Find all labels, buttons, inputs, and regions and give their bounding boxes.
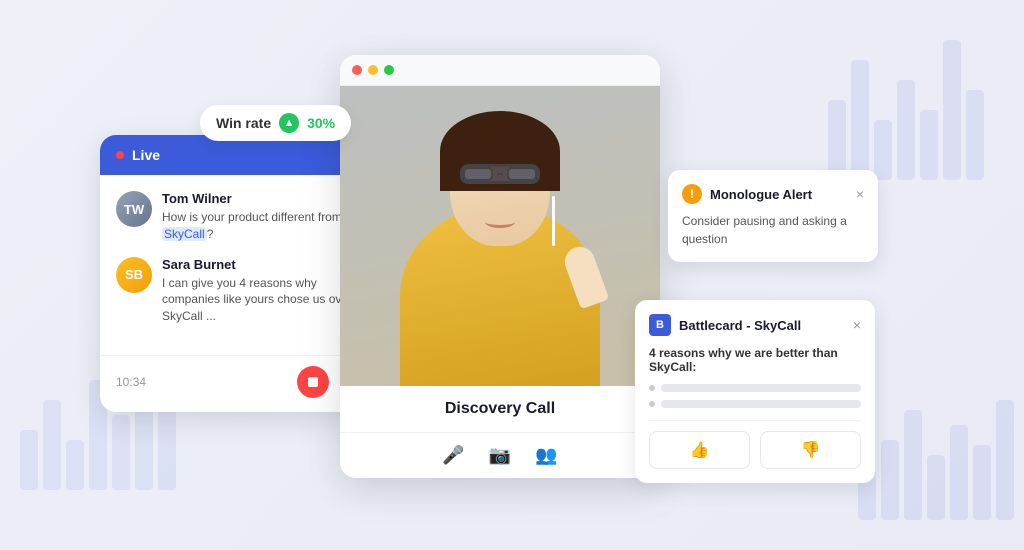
thumbdown-icon: 👎 — [801, 440, 821, 460]
scene: Win rate ▲ 30% Live TW Tom Wilner How is… — [0, 0, 1024, 550]
video-area — [340, 86, 660, 386]
monologue-alert: ! Monologue Alert × Consider pausing and… — [668, 170, 878, 262]
person-head — [450, 126, 550, 246]
call-info: Discovery Call — [340, 386, 660, 432]
win-rate-arrow-icon: ▲ — [279, 113, 299, 133]
bg-bars-right2 — [858, 400, 1014, 520]
chat-highlight-skycall: SkyCall — [162, 227, 207, 241]
alert-title: Monologue Alert — [710, 187, 812, 202]
titlebar-minimize-dot[interactable] — [368, 65, 378, 75]
bullet-2 — [649, 400, 861, 408]
chat-message-sara: SB Sara Burnet I can give you 4 reasons … — [116, 257, 354, 325]
battlecard-title-row: B Battlecard - SkyCall — [649, 314, 801, 336]
titlebar-maximize-dot[interactable] — [384, 65, 394, 75]
titlebar-close-dot[interactable] — [352, 65, 362, 75]
glasses-bridge — [497, 173, 504, 175]
chat-content-sara: Sara Burnet I can give you 4 reasons why… — [162, 257, 354, 325]
battlecard: B Battlecard - SkyCall × 4 reasons why w… — [635, 300, 875, 483]
chat-text-tom: How is your product different from SkyCa… — [162, 209, 354, 243]
earphone-wire — [552, 196, 555, 246]
video-bg — [340, 86, 660, 386]
live-label: Live — [132, 147, 160, 163]
person-glasses — [460, 164, 540, 184]
battlecard-icon: B — [649, 314, 671, 336]
chat-message-tom: TW Tom Wilner How is your product differ… — [116, 191, 354, 243]
alert-warning-icon: ! — [682, 184, 702, 204]
chat-body: TW Tom Wilner How is your product differ… — [100, 175, 370, 355]
chat-text-sara: I can give you 4 reasons why companies l… — [162, 275, 354, 325]
alert-header: ! Monologue Alert × — [682, 184, 864, 204]
bullet-dot-2 — [649, 401, 655, 407]
alert-title-row: ! Monologue Alert — [682, 184, 812, 204]
thumbup-button[interactable]: 👍 — [649, 431, 750, 469]
call-title: Discovery Call — [445, 400, 555, 417]
battlecard-footer: 👍 👎 — [649, 420, 861, 469]
bullet-bar-2 — [661, 400, 861, 408]
bullet-1 — [649, 384, 861, 392]
video-titlebar — [340, 55, 660, 86]
battlecard-close-button[interactable]: × — [853, 317, 861, 333]
bg-bars-right — [828, 40, 984, 180]
win-rate-badge: Win rate ▲ 30% — [200, 105, 351, 141]
call-controls: 🎤 📷 👥 — [340, 432, 660, 478]
chat-time: 10:34 — [116, 375, 146, 389]
battlecard-header: B Battlecard - SkyCall × — [649, 314, 861, 336]
battlecard-bullets — [649, 384, 861, 408]
bullet-dot-1 — [649, 385, 655, 391]
glasses-right — [507, 167, 537, 181]
glasses-left — [463, 167, 493, 181]
camera-button[interactable]: 📷 — [489, 445, 511, 466]
win-rate-percentage: 30% — [307, 115, 335, 131]
chat-footer: 10:34 ✏ — [100, 355, 370, 412]
mic-button[interactable]: 🎤 — [442, 445, 464, 466]
bullet-bar-1 — [661, 384, 861, 392]
chat-name-sara: Sara Burnet — [162, 257, 354, 272]
video-panel: Discovery Call 🎤 📷 👥 — [340, 55, 660, 478]
avatar-tom: TW — [116, 191, 152, 227]
thumbup-icon: 👍 — [690, 440, 710, 460]
chat-text-tom-before: How is your product different from — [162, 210, 342, 224]
live-header: Live — [100, 135, 370, 175]
battlecard-subtitle: 4 reasons why we are better than SkyCall… — [649, 346, 861, 374]
win-rate-label: Win rate — [216, 115, 271, 131]
alert-close-button[interactable]: × — [856, 186, 864, 202]
participants-button[interactable]: 👥 — [535, 445, 557, 466]
live-dot-icon — [116, 151, 124, 159]
battlecard-title: Battlecard - SkyCall — [679, 318, 801, 333]
stop-button[interactable] — [297, 366, 329, 398]
live-panel: Live TW Tom Wilner How is your product d… — [100, 135, 370, 412]
stop-icon — [308, 377, 318, 387]
thumbdown-button[interactable]: 👎 — [760, 431, 861, 469]
person-smile — [485, 216, 515, 228]
chat-text-tom-after: ? — [207, 227, 214, 241]
alert-body-text: Consider pausing and asking a question — [682, 212, 864, 248]
avatar-sara: SB — [116, 257, 152, 293]
chat-name-tom: Tom Wilner — [162, 191, 354, 206]
chat-content-tom: Tom Wilner How is your product different… — [162, 191, 354, 243]
